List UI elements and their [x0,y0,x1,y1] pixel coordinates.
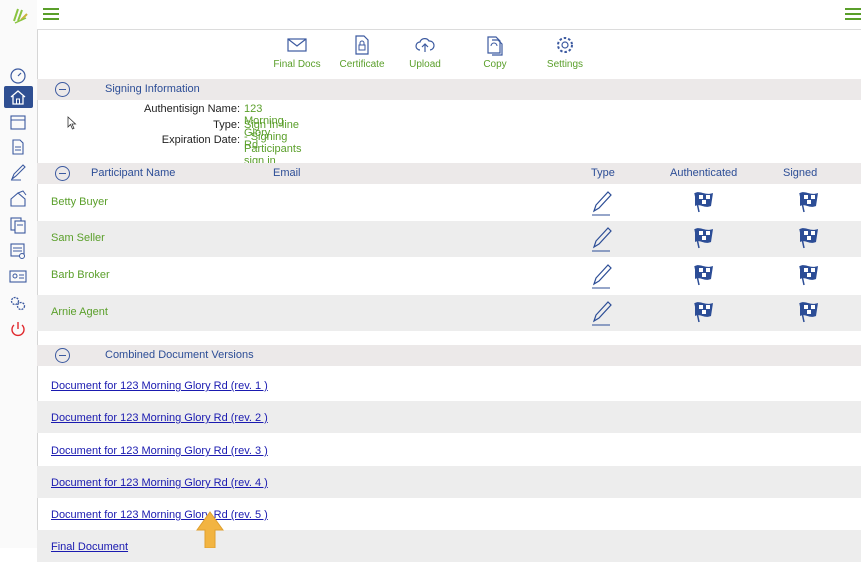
contacts-icon[interactable] [9,267,27,285]
final-docs-button[interactable]: Final Docs [267,34,327,70]
document-row: Final Document [37,530,861,562]
document-row: Document for 123 Morning Glory Rd (rev. … [37,466,861,498]
mouse-cursor-icon [67,116,77,130]
calendar-icon[interactable] [9,113,27,131]
copy-label: Copy [483,59,507,70]
participant-row[interactable]: Sam Seller [37,221,861,257]
home-icon[interactable] [4,86,33,108]
col-authenticated: Authenticated [670,167,738,179]
participants-header: Participant Name Email Type Authenticate… [37,163,861,184]
top-bar [37,0,861,30]
document-link[interactable]: Document for 123 Morning Glory Rd (rev. … [51,412,268,424]
pen-icon [592,227,612,252]
collapse-icon[interactable] [55,166,70,181]
dashboard-icon[interactable] [9,66,27,84]
checkered-flag-icon [799,192,818,213]
report-icon[interactable] [9,242,27,260]
checkered-flag-icon [799,265,818,286]
documents-header: Combined Document Versions [37,345,861,366]
upload-label: Upload [409,59,441,70]
certificate-label: Certificate [339,59,385,70]
copy-button[interactable]: Copy [465,34,525,70]
expiration-date-label: Expiration Date: [161,134,240,146]
envelope-icon [287,38,307,52]
checkered-flag-icon [694,192,713,213]
col-participant-name: Participant Name [91,167,176,179]
cloud-upload-icon [415,38,435,52]
pointer-arrow-icon [196,511,224,548]
sidebar [0,0,38,548]
document-icon[interactable] [9,138,27,156]
document-row: Document for 123 Morning Glory Rd (rev. … [37,434,861,466]
checkered-flag-icon [694,265,713,286]
pen-icon [592,191,612,216]
right-menu-icon[interactable] [845,8,861,20]
menu-icon[interactable] [43,8,59,20]
final-document-link[interactable]: Final Document [51,541,128,553]
copy-icon [487,36,503,56]
upload-button[interactable]: Upload [395,34,455,70]
document-link[interactable]: Document for 123 Morning Glory Rd (rev. … [51,509,268,521]
signing-info-title: Signing Information [105,83,200,95]
col-email: Email [273,167,301,179]
signing-info-header: Signing Information [37,79,861,100]
pen-icon [592,264,612,289]
document-row: Document for 123 Morning Glory Rd (rev. … [37,401,861,433]
col-signed: Signed [783,167,818,179]
type-label: Type: [213,119,240,131]
document-link[interactable]: Document for 123 Morning Glory Rd (rev. … [51,380,268,392]
toolbar: Final Docs Certificate Upload Copy Setti… [37,30,861,74]
logo-icon [13,8,28,24]
col-type: Type [591,167,615,179]
property-icon[interactable] [9,190,27,208]
checkered-flag-icon [799,228,818,249]
certificate-icon [355,35,369,55]
settings-label: Settings [546,59,584,70]
document-link[interactable]: Document for 123 Morning Glory Rd (rev. … [51,445,268,457]
gears-icon[interactable] [9,294,27,312]
authentisign-name-label: Authentisign Name: [144,103,240,115]
certificate-button[interactable]: Certificate [332,34,392,70]
collapse-icon[interactable] [55,348,70,363]
checkered-flag-icon [694,302,713,323]
participant-row[interactable]: Betty Buyer [37,185,861,221]
document-row: Document for 123 Morning Glory Rd (rev. … [37,369,861,401]
collapse-icon[interactable] [55,82,70,97]
document-row: Document for 123 Morning Glory Rd (rev. … [37,498,861,530]
participant-name: Betty Buyer [51,196,108,208]
participant-name: Barb Broker [51,269,110,281]
gear-icon [557,37,573,53]
document-link[interactable]: Document for 123 Morning Glory Rd (rev. … [51,477,268,489]
participant-row[interactable]: Barb Broker [37,258,861,294]
pen-icon [592,301,612,326]
participant-name: Arnie Agent [51,306,108,318]
participant-row[interactable]: Arnie Agent [37,295,861,331]
pen-icon[interactable] [9,163,27,181]
final-docs-label: Final Docs [273,59,321,70]
forms-icon[interactable] [9,216,27,234]
power-icon[interactable] [9,320,27,338]
participant-name: Sam Seller [51,232,105,244]
settings-button[interactable]: Settings [535,34,595,70]
documents-title: Combined Document Versions [105,349,254,361]
checkered-flag-icon [799,302,818,323]
checkered-flag-icon [694,228,713,249]
